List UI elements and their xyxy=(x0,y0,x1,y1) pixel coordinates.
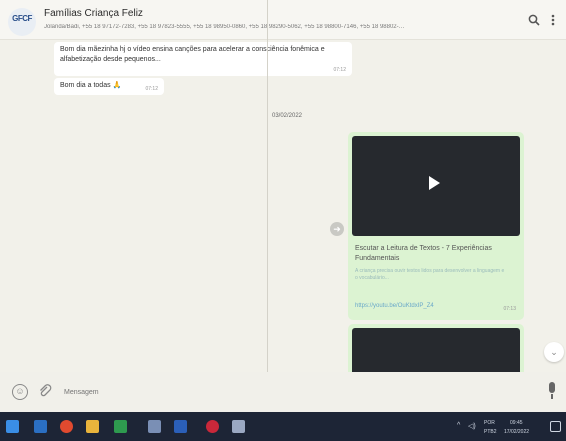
chat-header: GFCF Famílias Criança Feliz Jolanda/Badi… xyxy=(0,0,566,40)
chat-area[interactable]: Bom dia mãezinha hj o vídeo ensina cançõ… xyxy=(0,40,566,374)
browser-icon[interactable] xyxy=(60,420,73,433)
settings-icon[interactable] xyxy=(232,420,245,433)
speaker-icon[interactable]: ◁) xyxy=(468,422,476,430)
message-input[interactable] xyxy=(64,382,534,402)
windows-taskbar: ^ ◁) POR PTB2 09:45 17/02/2022 xyxy=(0,412,566,441)
language-indicator[interactable]: POR xyxy=(484,420,495,426)
chevron-up-icon[interactable]: ^ xyxy=(457,422,460,429)
message-time: 07:13 xyxy=(503,306,516,312)
windows-start-icon[interactable] xyxy=(6,420,19,433)
outgoing-message: Escutar a Leitura de Textos - 7 Experiên… xyxy=(348,132,524,320)
clock-time[interactable]: 09:45 xyxy=(510,420,523,426)
mail-icon[interactable] xyxy=(34,420,47,433)
play-icon[interactable] xyxy=(429,176,440,190)
incoming-message: Bom dia a todas 🙏 07:12 xyxy=(54,78,164,95)
link-description: A criança precisa ouvir textos lidos par… xyxy=(355,268,505,281)
clock-date[interactable]: 17/02/2022 xyxy=(504,429,529,435)
chevron-down-icon[interactable]: ⌄ xyxy=(544,342,564,362)
keyboard-layout[interactable]: PTB2 xyxy=(484,429,497,435)
message-composer: ☺ xyxy=(0,372,566,412)
incoming-message: Bom dia mãezinha hj o vídeo ensina cançõ… xyxy=(54,42,352,76)
message-time: 07:12 xyxy=(145,86,158,92)
opera-icon[interactable] xyxy=(206,420,219,433)
word-icon[interactable] xyxy=(174,420,187,433)
vertical-dots-icon[interactable] xyxy=(551,14,555,28)
emoji-icon[interactable]: ☺ xyxy=(12,384,28,400)
group-avatar[interactable]: GFCF xyxy=(8,8,36,36)
date-separator: 03/02/2022 xyxy=(271,113,303,119)
folder-icon[interactable] xyxy=(86,420,99,433)
video-thumbnail[interactable] xyxy=(352,136,520,236)
paperclip-icon[interactable] xyxy=(38,384,52,401)
message-text: Bom dia mãezinha hj o vídeo ensina cançõ… xyxy=(60,46,325,63)
divider xyxy=(267,0,268,412)
excel-icon[interactable] xyxy=(114,420,127,433)
group-name[interactable]: Famílias Criança Feliz xyxy=(44,8,143,19)
video-thumbnail[interactable] xyxy=(352,328,520,374)
microphone-icon[interactable] xyxy=(547,382,557,402)
app-icon[interactable] xyxy=(148,420,161,433)
message-time: 07:12 xyxy=(333,67,346,73)
forward-icon[interactable]: ➜ xyxy=(330,222,344,236)
outgoing-message xyxy=(348,324,524,374)
search-icon[interactable] xyxy=(528,14,540,28)
avatar-logo: GFCF xyxy=(12,14,32,23)
link-url[interactable]: https://youtu.be/OuKtdxIP_Z4 xyxy=(355,303,434,309)
participants-list[interactable]: Jolanda/Badi, +55 18 97172-7283, +55 18 … xyxy=(44,24,514,30)
message-text: Bom dia a todas 🙏 xyxy=(60,82,122,89)
link-title[interactable]: Escutar a Leitura de Textos - 7 Experiên… xyxy=(355,244,517,264)
notification-icon[interactable] xyxy=(550,421,561,432)
